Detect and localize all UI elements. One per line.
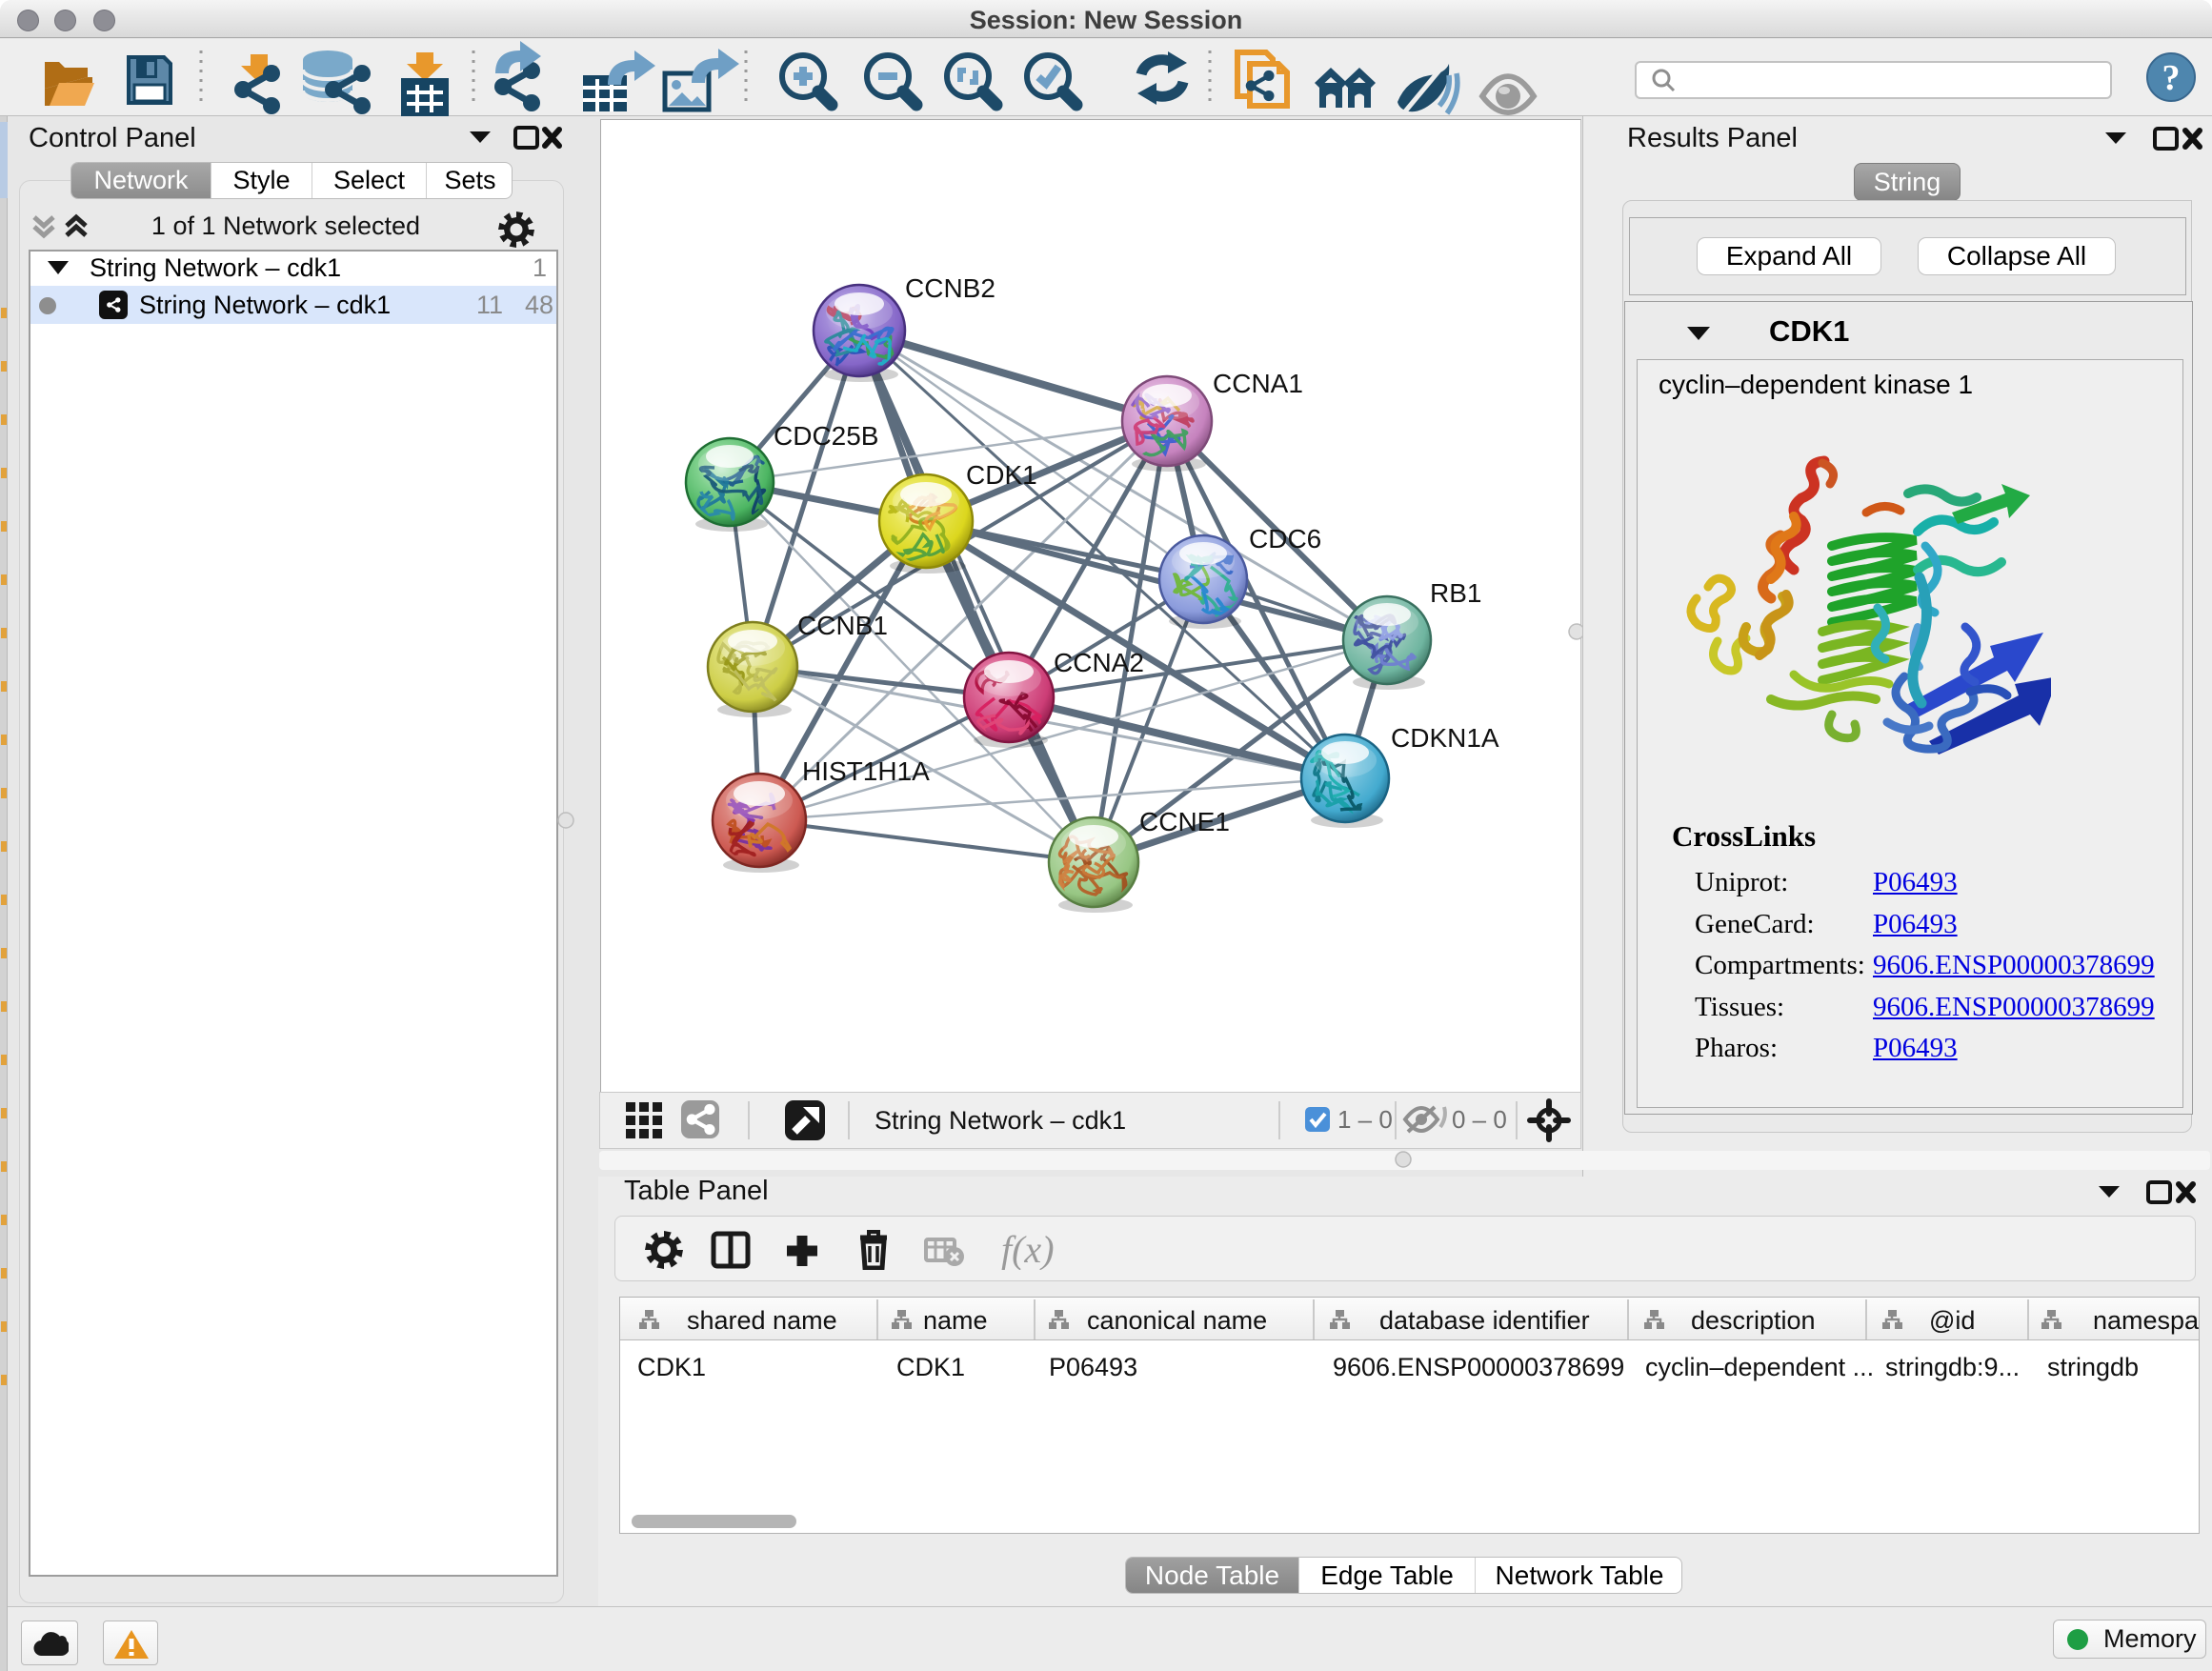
- svg-text:stringdb:9...: stringdb:9...: [1885, 1353, 2020, 1381]
- svg-text:CCNA1: CCNA1: [1213, 369, 1303, 398]
- svg-text:cyclin–dependent ...: cyclin–dependent ...: [1645, 1353, 1874, 1381]
- svg-text:f(x): f(x): [1001, 1230, 1055, 1270]
- svg-text:P06493: P06493: [1049, 1353, 1137, 1381]
- svg-text:namespace: namespace: [2093, 1306, 2200, 1335]
- svg-text:CCNB1: CCNB1: [797, 611, 888, 640]
- svg-text:CCNA2: CCNA2: [1054, 648, 1144, 677]
- svg-text:CCNB2: CCNB2: [905, 273, 995, 303]
- svg-text:@id: @id: [1929, 1306, 1975, 1335]
- svg-text:database identifier: database identifier: [1379, 1306, 1590, 1335]
- svg-text:String Network – cdk1: String Network – cdk1: [875, 1106, 1126, 1135]
- svg-text:9606.ENSP00000378699: 9606.ENSP00000378699: [1333, 1353, 1624, 1381]
- svg-text:CDC25B: CDC25B: [774, 421, 878, 451]
- svg-text:canonical name: canonical name: [1087, 1306, 1267, 1335]
- svg-text:description: description: [1691, 1306, 1816, 1335]
- svg-text:CDKN1A: CDKN1A: [1391, 723, 1499, 753]
- svg-text:CDK1: CDK1: [637, 1353, 706, 1381]
- svg-text:CCNE1: CCNE1: [1139, 807, 1230, 836]
- svg-text:name: name: [923, 1306, 988, 1335]
- svg-text:HIST1H1A: HIST1H1A: [802, 756, 930, 786]
- svg-text:stringdb: stringdb: [2047, 1353, 2139, 1381]
- svg-text:CDK1: CDK1: [966, 460, 1037, 490]
- svg-text:?: ?: [2162, 58, 2181, 98]
- svg-text:CDC6: CDC6: [1249, 524, 1321, 554]
- svg-text:CDK1: CDK1: [896, 1353, 965, 1381]
- svg-text:1 – 0: 1 – 0: [1337, 1105, 1393, 1134]
- svg-text:shared name: shared name: [687, 1306, 837, 1335]
- svg-text:0 – 0: 0 – 0: [1452, 1105, 1507, 1134]
- svg-text:RB1: RB1: [1430, 578, 1481, 608]
